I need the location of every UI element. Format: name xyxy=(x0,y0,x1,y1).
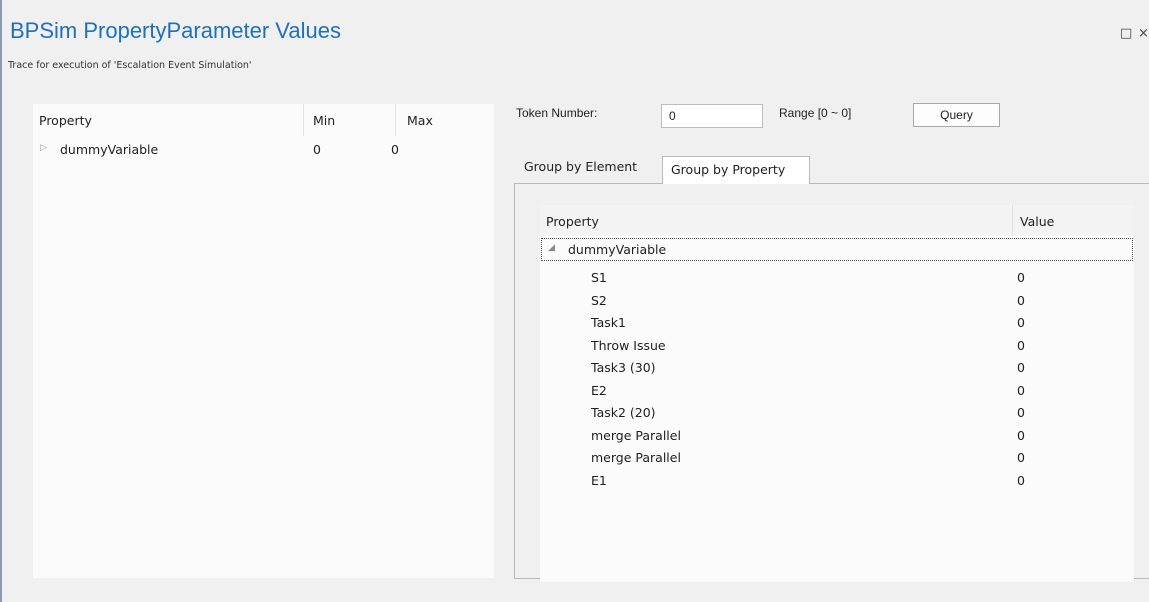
tab-group-by-element[interactable]: Group by Element xyxy=(516,154,662,182)
table-row[interactable]: merge Parallel 0 xyxy=(540,450,1134,470)
column-header-property[interactable]: Property xyxy=(546,214,599,229)
query-button[interactable]: Query xyxy=(913,103,1000,127)
column-header-property[interactable]: Property xyxy=(39,113,92,128)
row-value: 0 xyxy=(1017,427,1025,443)
row-min: 0 xyxy=(313,142,321,157)
row-value: 0 xyxy=(1017,382,1025,398)
row-property-name: Task1 xyxy=(591,315,626,330)
group-row-dummyvariable[interactable]: ◢ dummyVariable xyxy=(541,238,1133,261)
maximize-icon[interactable]: □ xyxy=(1120,26,1132,41)
row-property-name: E1 xyxy=(591,472,607,488)
row-property-name: Task3 (30) xyxy=(591,360,656,375)
row-property: dummyVariable xyxy=(60,142,159,157)
table-row[interactable]: Task3 (30) 0 xyxy=(540,360,1134,380)
row-value: 0 xyxy=(1017,472,1025,488)
collapse-arrow-icon[interactable]: ◢ xyxy=(548,243,555,253)
group-label: dummyVariable xyxy=(568,242,667,257)
row-value: 0 xyxy=(1017,405,1025,420)
row-property-name: Task2 (20) xyxy=(591,405,656,420)
row-property-name: E2 xyxy=(591,382,607,398)
row-value: 0 xyxy=(1017,315,1025,330)
table-row[interactable]: Task2 (20) 0 xyxy=(540,405,1134,425)
row-value: 0 xyxy=(1017,292,1025,308)
result-grid: Property Value ◢ dummyVariable S1 0 S2 0 Tas… xyxy=(540,205,1134,582)
property-table: Property Min Max ▷ dummyVariable 0 0 xyxy=(33,104,494,578)
table-row[interactable]: merge Parallel 0 xyxy=(540,428,1134,448)
row-property-name: S2 xyxy=(591,292,607,308)
column-divider[interactable] xyxy=(303,104,304,136)
table-row[interactable]: E2 0 xyxy=(540,383,1134,403)
column-header-min[interactable]: Min xyxy=(313,113,335,128)
column-header-value[interactable]: Value xyxy=(1020,214,1054,229)
row-property-name: S1 xyxy=(591,270,607,285)
row-max: 0 xyxy=(391,142,399,157)
property-table-header: Property Min Max xyxy=(33,104,494,136)
table-row[interactable]: S2 0 xyxy=(540,293,1134,313)
row-property-name: merge Parallel xyxy=(591,427,681,443)
result-grid-header: Property Value xyxy=(540,205,1134,236)
page-title: BPSim PropertyParameter Values xyxy=(10,18,341,43)
expand-arrow-icon[interactable]: ▷ xyxy=(40,143,47,153)
row-property-name: Throw Issue xyxy=(591,337,666,353)
column-header-max[interactable]: Max xyxy=(407,113,433,128)
tab-group-by-property[interactable]: Group by Property xyxy=(662,156,810,184)
column-divider[interactable] xyxy=(395,104,396,136)
close-icon[interactable]: × xyxy=(1138,26,1149,41)
row-value: 0 xyxy=(1017,450,1025,465)
row-value: 0 xyxy=(1017,337,1025,353)
page-subtitle: Trace for execution of 'Escalation Event… xyxy=(8,60,252,71)
token-number-label: Token Number: xyxy=(516,106,598,120)
range-label: Range [0 ~ 0] xyxy=(779,106,852,120)
column-divider[interactable] xyxy=(1012,205,1013,236)
row-value: 0 xyxy=(1017,270,1025,285)
table-row[interactable]: E1 0 xyxy=(540,473,1134,493)
window-left-border xyxy=(0,0,2,602)
table-row[interactable]: Throw Issue 0 xyxy=(540,338,1134,358)
row-property-name: merge Parallel xyxy=(591,450,681,465)
table-row[interactable]: ▷ dummyVariable 0 0 xyxy=(33,142,494,160)
row-value: 0 xyxy=(1017,360,1025,375)
token-number-input[interactable]: 0 xyxy=(661,104,763,128)
table-row[interactable]: S1 0 xyxy=(540,270,1134,290)
table-row[interactable]: Task1 0 xyxy=(540,315,1134,335)
